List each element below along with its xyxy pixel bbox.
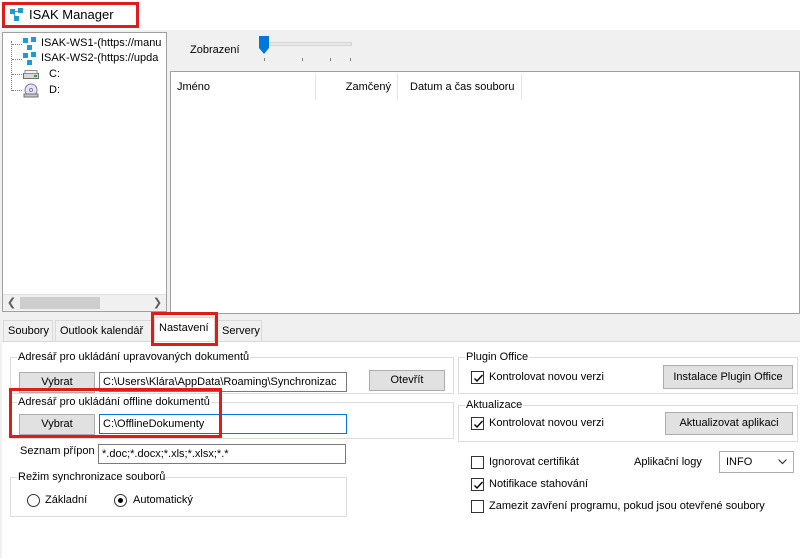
zoom-toolbar: Zobrazení	[170, 30, 800, 71]
extensions-label: Seznam přípon	[20, 445, 95, 457]
scroll-thumb[interactable]	[20, 297, 100, 309]
network-icon	[23, 37, 36, 50]
drive-icon	[23, 70, 39, 79]
app-logs-value: INFO	[726, 456, 753, 468]
tab-soubory[interactable]: Soubory	[3, 320, 53, 342]
radio-dot	[118, 498, 123, 503]
download-notify-checkbox[interactable]	[471, 478, 484, 491]
plugin-check-version-checkbox[interactable]	[471, 371, 484, 384]
sync-mode-basic-radio[interactable]	[27, 494, 40, 507]
zoom-slider-thumb[interactable]	[259, 36, 269, 54]
scroll-left-icon[interactable]: ❮	[3, 295, 20, 311]
slider-tick	[350, 58, 351, 61]
tab-servers[interactable]: Servery	[217, 320, 262, 342]
update-group: Aktualizace Kontrolovat novou verzi Aktu…	[458, 399, 798, 442]
offline-folder-highlight-box	[9, 388, 222, 438]
slider-tick	[264, 58, 265, 61]
chevron-down-icon	[778, 459, 787, 465]
column-header-name[interactable]: Jméno	[171, 74, 316, 100]
ignore-certificate-label: Ignorovat certifikát	[489, 456, 579, 468]
slider-tick	[302, 58, 303, 61]
group-title: Adresář pro ukládání upravovaných dokume…	[17, 351, 251, 363]
prevent-close-label: Zamezit zavření programu, pokud jsou ote…	[489, 500, 765, 512]
tree-item-label: C:	[49, 68, 60, 80]
update-check-version-checkbox[interactable]	[471, 417, 484, 430]
sync-mode-auto-radio[interactable]	[114, 494, 127, 507]
zoom-label: Zobrazení	[190, 44, 240, 56]
scroll-right-icon[interactable]: ❯	[149, 295, 166, 311]
tree-horizontal-scrollbar[interactable]: ❮ ❯	[3, 294, 166, 311]
tab-strip: Soubory Outlook kalendář Nastavení Serve…	[0, 316, 800, 342]
title-highlight-box	[2, 2, 139, 28]
plugin-office-group: Plugin Office Kontrolovat novou verzi In…	[458, 351, 798, 394]
update-app-button[interactable]: Aktualizovat aplikaci	[665, 412, 793, 435]
group-title: Plugin Office	[465, 351, 530, 363]
column-header-locked[interactable]: Zamčený	[316, 74, 398, 100]
cd-drive-icon	[23, 83, 39, 98]
sync-mode-group: Režim synchronizace souborů Základní Aut…	[10, 471, 347, 517]
app-logs-label: Aplikační logy	[634, 456, 702, 468]
zoom-slider-track[interactable]	[260, 42, 352, 46]
group-title: Režim synchronizace souborů	[17, 471, 167, 483]
tree-item-label: D:	[49, 84, 60, 96]
radio-label: Základní	[45, 494, 88, 506]
column-header-date[interactable]: Datum a čas souboru	[398, 74, 522, 100]
tree-item-label: ISAK-WS1-(https://manu	[41, 37, 162, 49]
prevent-close-checkbox[interactable]	[471, 500, 484, 513]
extensions-field[interactable]: *.doc;*.docx;*.xls;*.xlsx;*.*	[98, 444, 346, 464]
checkmark-icon	[474, 420, 484, 429]
checkmark-icon	[474, 481, 484, 490]
network-icon	[23, 52, 36, 65]
tab-outlook-calendar[interactable]: Outlook kalendář	[55, 320, 152, 342]
checkbox-label: Kontrolovat novou verzi	[489, 417, 604, 429]
group-title: Aktualizace	[465, 399, 524, 411]
settings-panel: Adresář pro ukládání upravovaných dokume…	[2, 341, 800, 558]
folder-tree[interactable]: ISAK-WS1-(https://manu ISAK-WS2-(https:/…	[2, 32, 167, 312]
checkmark-icon	[474, 374, 484, 383]
open-folder-button[interactable]: Otevřít	[369, 370, 445, 391]
install-plugin-office-button[interactable]: Instalace Plugin Office	[663, 365, 793, 389]
tab-highlight-box	[151, 312, 218, 346]
file-list[interactable]: Jméno Zamčený Datum a čas souboru	[170, 71, 800, 314]
ignore-certificate-checkbox[interactable]	[471, 456, 484, 469]
checkbox-label: Kontrolovat novou verzi	[489, 371, 604, 383]
download-notify-label: Notifikace stahování	[489, 478, 589, 490]
slider-tick	[330, 58, 331, 61]
tree-item-label: ISAK-WS2-(https://upda	[41, 52, 159, 64]
radio-label: Automatický	[133, 494, 193, 506]
app-logs-select[interactable]: INFO	[719, 451, 794, 473]
